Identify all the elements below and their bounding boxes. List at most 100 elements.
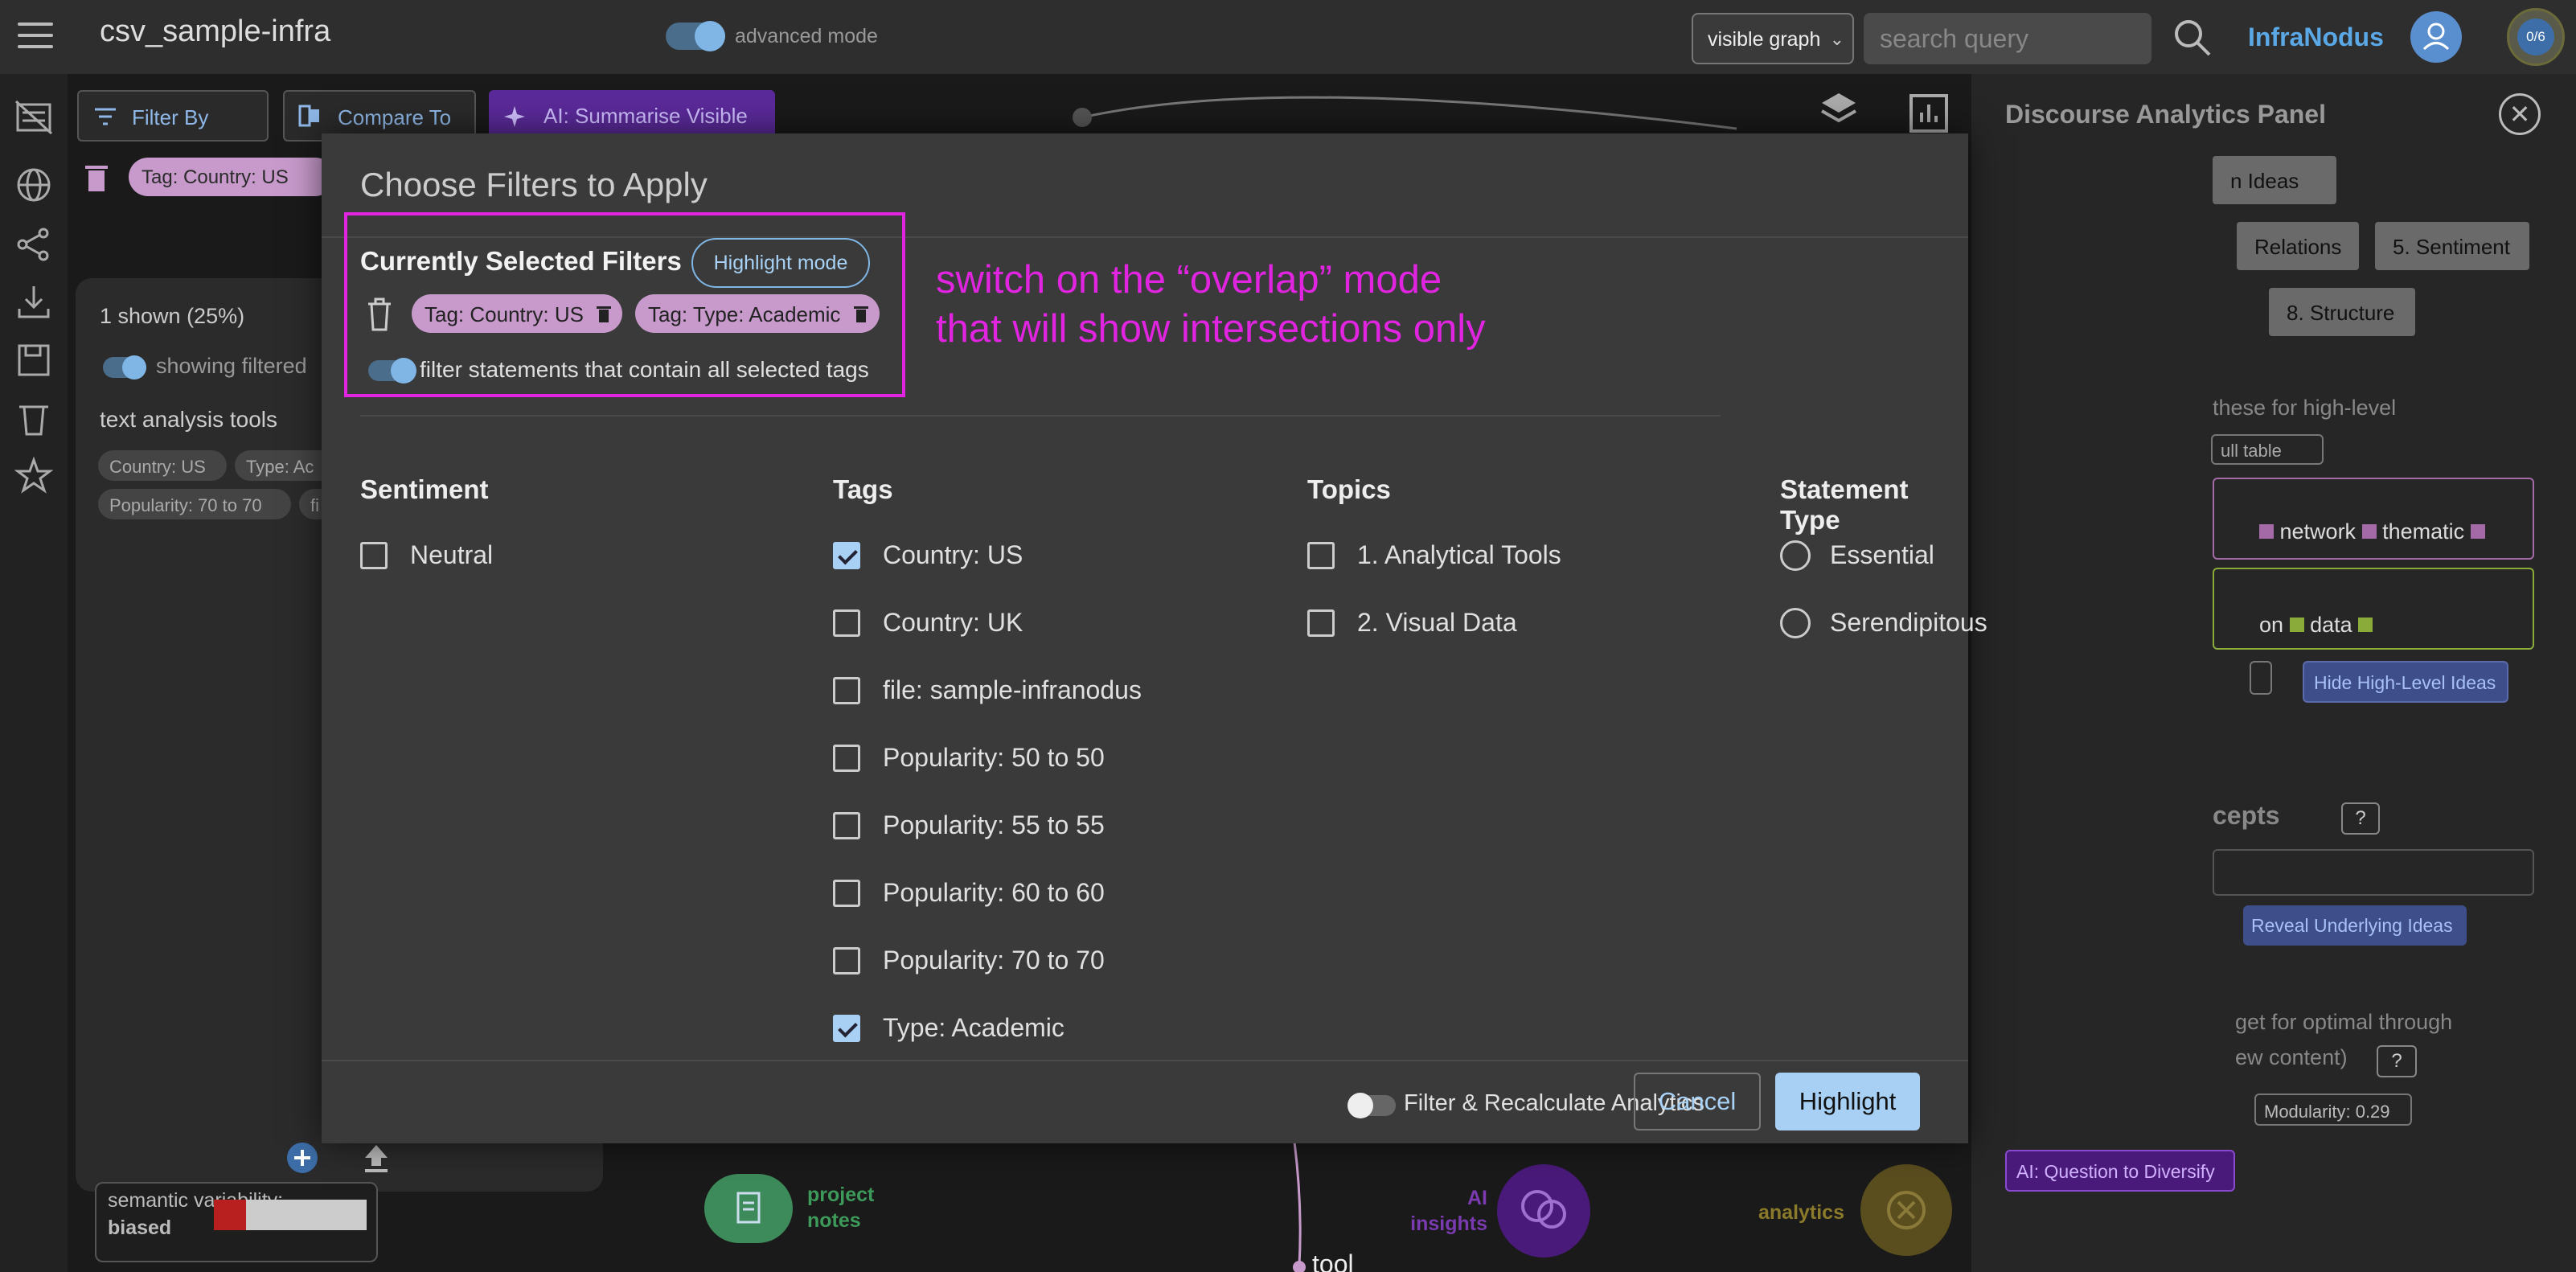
option-label: Serendipitous <box>1830 608 1987 637</box>
topic-word[interactable]: network thematic <box>2259 519 2485 544</box>
layers-icon[interactable] <box>1819 90 1859 132</box>
trash-icon[interactable] <box>854 304 868 323</box>
topic-word[interactable]: on data <box>2259 613 2373 638</box>
structure-tab-button[interactable]: 8. Structure <box>2269 288 2415 336</box>
share-icon[interactable] <box>14 225 53 264</box>
full-table-button[interactable]: ull table <box>2211 434 2324 465</box>
option-label: 2. Visual Data <box>1357 608 1517 637</box>
quota-indicator[interactable]: 0/6 <box>2507 8 2565 66</box>
optimal-text-2: ew content) <box>2235 1045 2348 1069</box>
relations-tab-button[interactable]: Relations <box>2237 222 2359 270</box>
checkbox-country-us[interactable] <box>833 542 860 569</box>
no-text-icon[interactable] <box>14 98 53 137</box>
trash-icon[interactable] <box>14 399 53 437</box>
option-label: Popularity: 70 to 70 <box>883 946 1105 975</box>
checkbox-type-academic[interactable] <box>833 1015 860 1042</box>
reveal-underlying-ideas-button[interactable]: Reveal Underlying Ideas <box>2243 905 2467 946</box>
graph-select[interactable]: visible graph ⌄ <box>1692 13 1854 64</box>
left-icon-rail <box>0 74 68 1272</box>
checkbox-analytical-tools[interactable] <box>1307 542 1335 569</box>
option-label: Country: US <box>883 540 1023 569</box>
statement-tag-chip[interactable]: Popularity: 70 to 70 <box>98 489 291 519</box>
topic-box-2: on data <box>2213 568 2534 650</box>
search-input[interactable]: search query <box>1864 13 2151 64</box>
project-notes-node[interactable] <box>704 1174 793 1243</box>
globe-icon[interactable] <box>14 166 53 204</box>
checkbox-popularity-70[interactable] <box>833 947 860 975</box>
brain-icon <box>1521 1190 1566 1229</box>
ai-question-button[interactable]: AI: Question to Diversify <box>2005 1150 2235 1192</box>
advanced-mode-toggle[interactable] <box>666 21 725 51</box>
radio-essential[interactable] <box>1780 540 1811 571</box>
option-label: Popularity: 50 to 50 <box>883 743 1105 772</box>
hide-high-level-ideas-button[interactable]: Hide High-Level Ideas <box>2303 661 2508 703</box>
overlap-mode-label: filter statements that contain all selec… <box>420 357 869 382</box>
recalculate-analytics-toggle[interactable] <box>1347 1093 1396 1118</box>
app-title: csv_sample-infra <box>100 14 331 48</box>
hamburger-menu-icon[interactable] <box>18 23 53 51</box>
project-notes-label: project notes <box>807 1184 875 1232</box>
overlap-mode-toggle[interactable] <box>368 358 416 384</box>
panel-title: Discourse Analytics Panel <box>2005 100 2326 129</box>
showing-filtered-toggle[interactable] <box>103 355 146 380</box>
trash-icon[interactable] <box>367 297 392 331</box>
concepts-input[interactable] <box>2213 849 2534 896</box>
close-circle-icon <box>1887 1191 1926 1229</box>
graph-edge <box>1073 96 1737 130</box>
brand-logo[interactable]: InfraNodus <box>2248 23 2384 52</box>
checkbox-neutral[interactable] <box>360 542 388 569</box>
checkbox-popularity-55[interactable] <box>833 812 860 839</box>
checkbox-popularity-50[interactable] <box>833 745 860 772</box>
option-label: Popularity: 55 to 55 <box>883 810 1105 839</box>
sentiment-tab-button[interactable]: 5. Sentiment <box>2375 222 2529 270</box>
ai-insights-node[interactable] <box>1497 1164 1590 1258</box>
option-label: Popularity: 60 to 60 <box>883 878 1105 907</box>
concepts-heading: cepts <box>2213 801 2280 830</box>
cancel-button[interactable]: Cancel <box>1634 1073 1761 1130</box>
option-label: Country: UK <box>883 608 1023 637</box>
divider <box>360 415 1721 416</box>
highlight-button[interactable]: Highlight <box>1775 1073 1920 1130</box>
shown-count: 1 shown (25%) <box>100 304 245 328</box>
trash-icon[interactable] <box>597 304 611 323</box>
filter-by-label: Filter By <box>132 105 209 129</box>
search-icon[interactable] <box>2172 18 2213 58</box>
help-button[interactable]: ? <box>2377 1045 2417 1077</box>
arrow-down-button[interactable] <box>2250 661 2272 695</box>
trash-icon[interactable] <box>84 161 109 193</box>
tool-node-label[interactable]: tool <box>1312 1251 1376 1272</box>
radio-serendipitous[interactable] <box>1780 608 1811 638</box>
save-icon[interactable] <box>14 341 53 380</box>
statement-tag-chip[interactable]: Country: US <box>98 450 227 481</box>
selected-tag-pill[interactable]: Tag: Country: US <box>412 294 622 333</box>
selected-filters-heading: Currently Selected Filters <box>360 246 682 276</box>
option-label: 1. Analytical Tools <box>1357 540 1561 569</box>
ideas-tab-button[interactable]: n Ideas <box>2213 156 2336 204</box>
option-label: Neutral <box>410 540 494 569</box>
statement-text[interactable]: text analysis tools <box>100 407 277 433</box>
star-icon[interactable] <box>14 457 53 495</box>
checkbox-popularity-60[interactable] <box>833 880 860 907</box>
checkbox-country-uk[interactable] <box>833 609 860 637</box>
analytics-node[interactable] <box>1860 1164 1952 1256</box>
active-tag-pill[interactable]: Tag: Country: US <box>129 158 334 196</box>
quota-count: 0/6 <box>2517 18 2554 55</box>
highlight-mode-pill[interactable]: Highlight mode <box>691 238 870 288</box>
user-avatar[interactable] <box>2410 11 2462 63</box>
checkbox-file-sample[interactable] <box>833 677 860 704</box>
help-button[interactable]: ? <box>2341 802 2380 835</box>
selected-tag-pill[interactable]: Tag: Type: Academic <box>635 294 880 333</box>
graph-select-value: visible graph <box>1708 28 1821 51</box>
checkbox-visual-data[interactable] <box>1307 609 1335 637</box>
selected-tag-label: Tag: Country: US <box>425 302 584 326</box>
ai-insights-label: AI insights <box>1410 1187 1487 1235</box>
analytics-chart-icon[interactable] <box>1909 93 1949 133</box>
download-icon[interactable] <box>14 283 53 322</box>
modal-title: Choose Filters to Apply <box>360 166 708 203</box>
analytics-label: analytics <box>1758 1201 1844 1224</box>
upload-icon[interactable] <box>362 1142 391 1174</box>
filters-modal: Choose Filters to Apply Currently Select… <box>322 133 1987 1143</box>
divider <box>322 1060 1968 1061</box>
close-icon[interactable]: ✕ <box>2499 93 2541 135</box>
add-statement-icon[interactable] <box>286 1142 318 1174</box>
